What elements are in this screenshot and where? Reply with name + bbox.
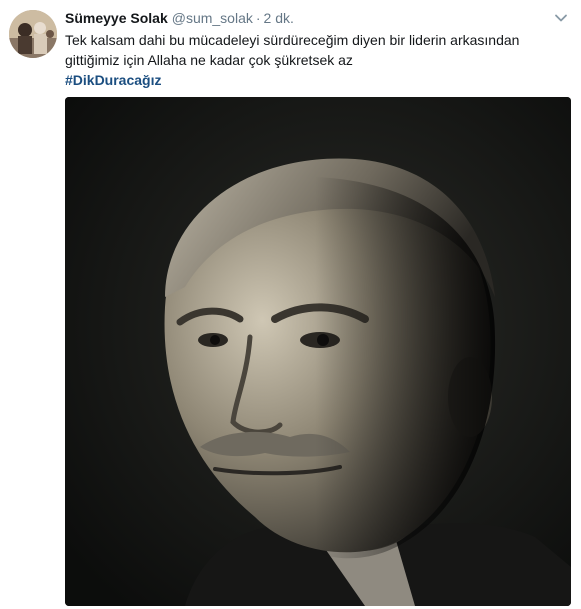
tweet-text: Tek kalsam dahi bu mücadeleyi sürdüreceğ… — [65, 30, 535, 90]
avatar[interactable] — [9, 10, 57, 58]
tweet-card: Sümeyye Solak @sum_solak · 2 dk. Tek kal… — [0, 0, 581, 609]
separator-dot: · — [255, 10, 261, 26]
timestamp[interactable]: 2 dk. — [264, 8, 294, 28]
display-name[interactable]: Sümeyye Solak — [65, 8, 168, 28]
chevron-down-icon[interactable] — [553, 10, 569, 26]
tweet-content: Sümeyye Solak @sum_solak · 2 dk. Tek kal… — [65, 8, 569, 90]
hashtag-link[interactable]: #DikDuracağız — [65, 70, 535, 90]
tweet-text-line: gittiğimiz için Allaha ne kadar çok şükr… — [65, 52, 353, 68]
tweet-header: Sümeyye Solak @sum_solak · 2 dk. — [65, 8, 569, 28]
tweet-photo[interactable] — [65, 97, 571, 606]
tweet-text-line: Tek kalsam dahi bu mücadeleyi sürdüreceğ… — [65, 32, 520, 48]
username-handle[interactable]: @sum_solak — [172, 8, 253, 28]
